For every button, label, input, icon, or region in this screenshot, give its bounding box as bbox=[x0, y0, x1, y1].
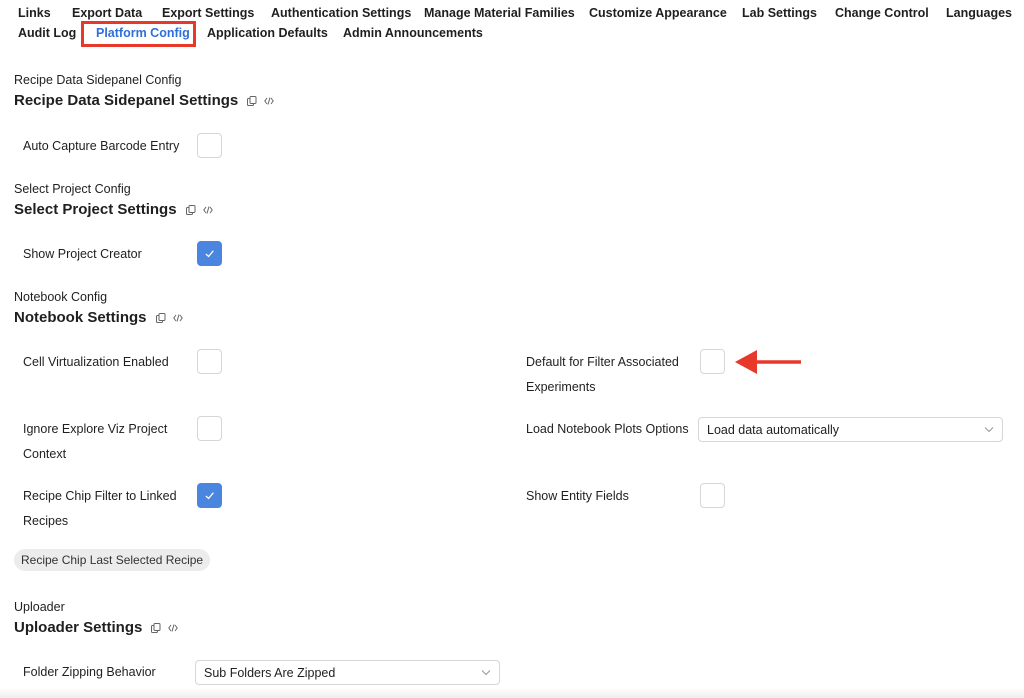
cell-virtualization-checkbox[interactable] bbox=[197, 349, 222, 374]
tab-lab-settings[interactable]: Lab Settings bbox=[742, 6, 817, 20]
code-icon[interactable] bbox=[202, 205, 213, 215]
folder-zipping-select[interactable]: Sub Folders Are Zipped bbox=[195, 660, 500, 685]
show-project-creator-label: Show Project Creator bbox=[23, 247, 142, 261]
recipe-sidepanel-title: Recipe Data Sidepanel Settings bbox=[14, 92, 239, 109]
uploader-title: Uploader Settings bbox=[14, 619, 143, 636]
tab-customize-appearance[interactable]: Customize Appearance bbox=[589, 6, 727, 20]
cell-virtualization-label: Cell Virtualization Enabled bbox=[23, 355, 169, 369]
notebook-config-label: Notebook Config bbox=[14, 290, 108, 304]
ignore-explore-checkbox[interactable] bbox=[197, 416, 222, 441]
load-plots-value: Load data automatically bbox=[707, 422, 840, 437]
select-project-config-label: Select Project Config bbox=[14, 182, 131, 196]
tab-application-defaults[interactable]: Application Defaults bbox=[207, 26, 328, 40]
recipe-chip-filter-checkbox[interactable] bbox=[197, 483, 222, 508]
default-filter-label: Default for Filter Associated Experiment… bbox=[526, 355, 679, 394]
tab-links[interactable]: Links bbox=[18, 6, 51, 20]
arrow-left-icon bbox=[735, 350, 801, 374]
default-filter-checkbox[interactable] bbox=[700, 349, 725, 374]
recipe-sidepanel-config-label: Recipe Data Sidepanel Config bbox=[14, 73, 182, 87]
copy-icon[interactable] bbox=[185, 204, 196, 215]
bottom-fade bbox=[0, 688, 1024, 698]
recipe-sidepanel-heading: Recipe Data Sidepanel Settings bbox=[14, 92, 275, 109]
code-icon[interactable] bbox=[168, 623, 179, 633]
recipe-chip-last-selected-chip[interactable]: Recipe Chip Last Selected Recipe bbox=[14, 549, 211, 571]
folder-zipping-value: Sub Folders Are Zipped bbox=[204, 665, 336, 680]
show-entity-fields-label: Show Entity Fields bbox=[526, 489, 629, 503]
load-plots-label: Load Notebook Plots Options bbox=[526, 422, 689, 436]
notebook-heading: Notebook Settings bbox=[14, 309, 183, 326]
select-project-title: Select Project Settings bbox=[14, 201, 177, 218]
recipe-chip-filter-label: Recipe Chip Filter to Linked Recipes bbox=[23, 489, 177, 528]
tab-change-control[interactable]: Change Control bbox=[835, 6, 929, 20]
tab-manage-material-families[interactable]: Manage Material Families bbox=[424, 6, 575, 20]
active-tab-highlight bbox=[81, 21, 196, 47]
copy-icon[interactable] bbox=[151, 622, 161, 633]
copy-icon[interactable] bbox=[247, 95, 257, 106]
select-project-heading: Select Project Settings bbox=[14, 201, 213, 218]
check-icon bbox=[205, 492, 214, 500]
folder-zipping-label: Folder Zipping Behavior bbox=[23, 665, 156, 679]
auto-capture-label: Auto Capture Barcode Entry bbox=[23, 139, 180, 153]
tab-export-settings[interactable]: Export Settings bbox=[162, 6, 254, 20]
show-entity-fields-checkbox[interactable] bbox=[700, 483, 725, 508]
tab-audit-log[interactable]: Audit Log bbox=[18, 26, 76, 40]
code-icon[interactable] bbox=[172, 313, 183, 323]
load-plots-select[interactable]: Load data automatically bbox=[698, 417, 1003, 442]
tab-admin-announcements[interactable]: Admin Announcements bbox=[343, 26, 483, 40]
auto-capture-checkbox[interactable] bbox=[197, 133, 222, 158]
uploader-heading: Uploader Settings bbox=[14, 619, 179, 636]
show-project-creator-checkbox[interactable] bbox=[197, 241, 222, 266]
chevron-down-icon bbox=[984, 427, 994, 433]
check-icon bbox=[205, 250, 214, 258]
copy-icon[interactable] bbox=[155, 312, 166, 323]
uploader-config-label: Uploader bbox=[14, 600, 65, 614]
tab-export-data[interactable]: Export Data bbox=[72, 6, 142, 20]
notebook-title: Notebook Settings bbox=[14, 309, 147, 326]
tab-languages[interactable]: Languages bbox=[946, 6, 1012, 20]
tab-authentication-settings[interactable]: Authentication Settings bbox=[271, 6, 411, 20]
chevron-down-icon bbox=[481, 670, 491, 676]
ignore-explore-label: Ignore Explore Viz Project Context bbox=[23, 422, 168, 461]
code-icon[interactable] bbox=[264, 96, 275, 106]
